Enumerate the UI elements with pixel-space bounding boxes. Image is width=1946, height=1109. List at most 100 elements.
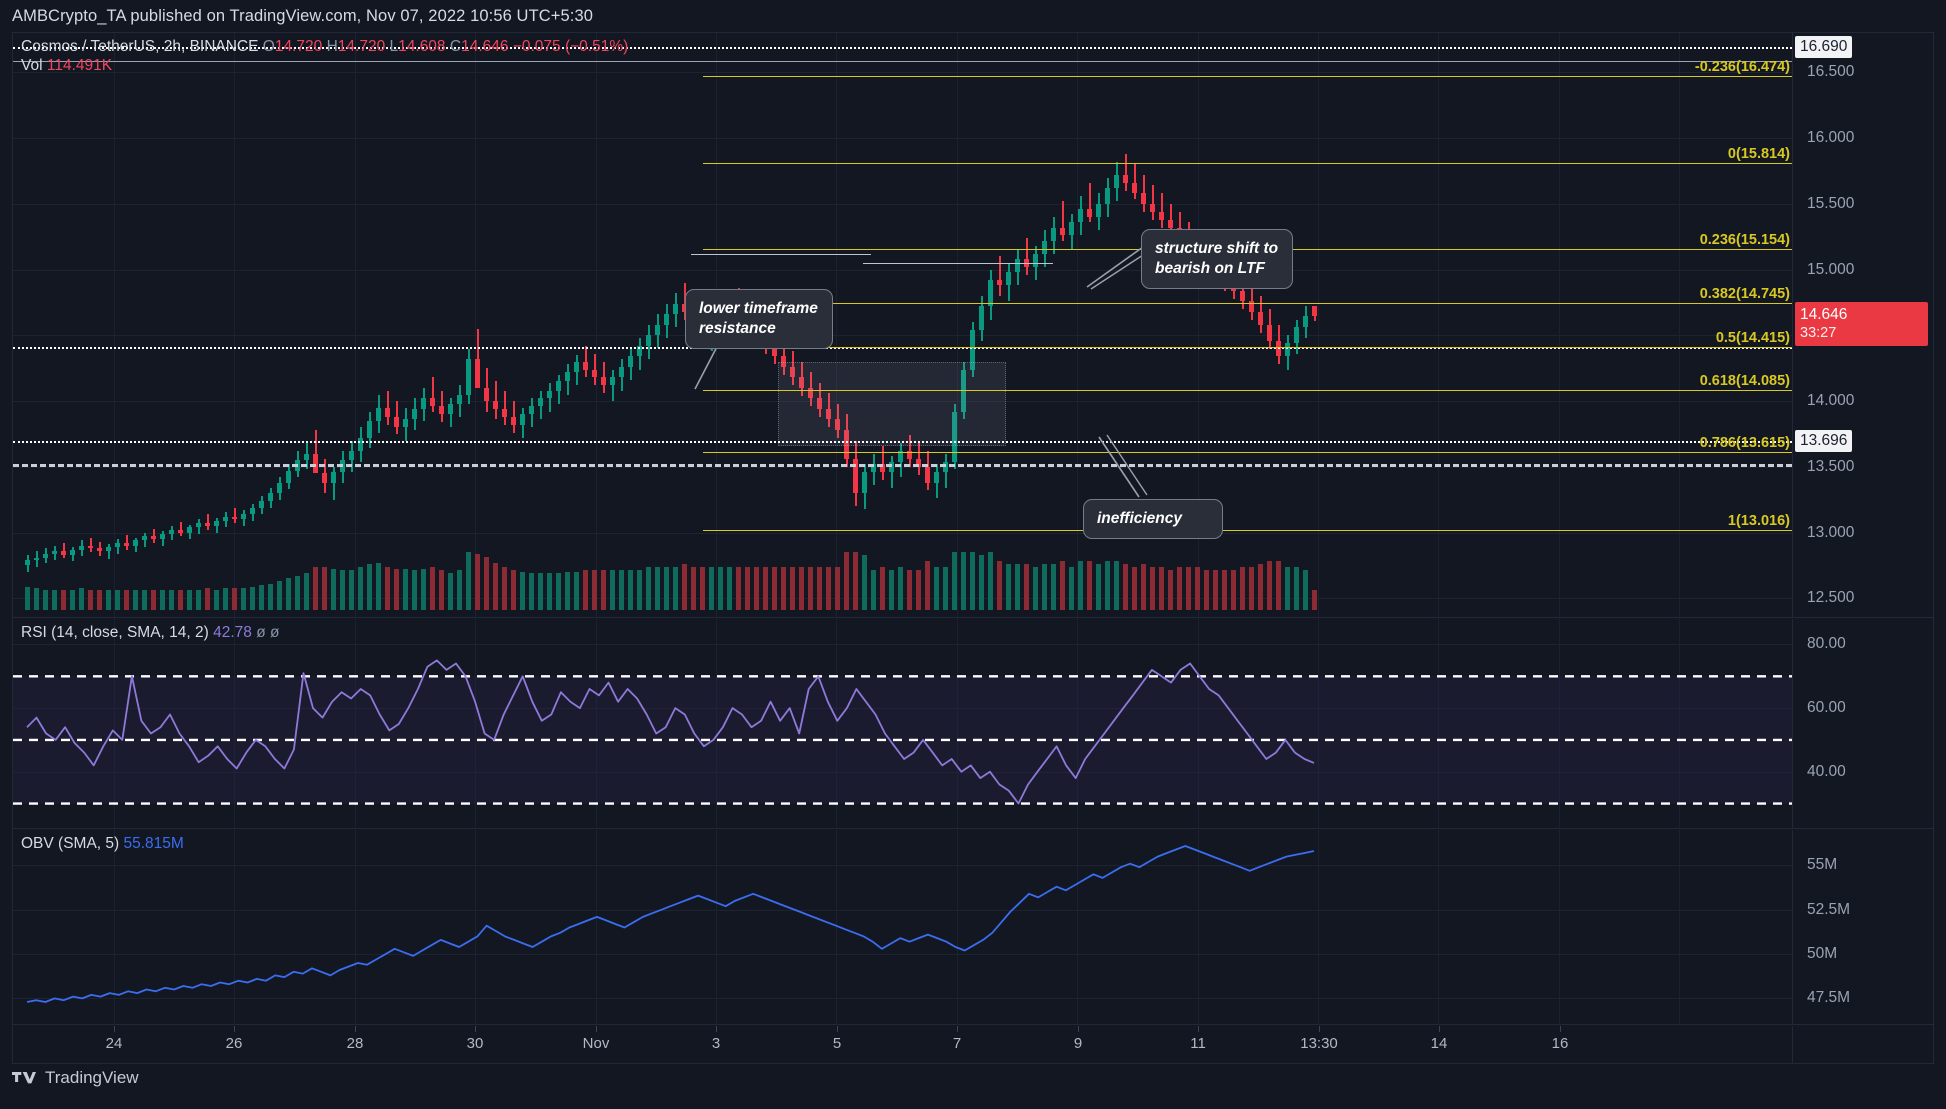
candle-body (448, 403, 454, 415)
volume-bar (286, 577, 292, 610)
candle-body (169, 529, 175, 534)
volume-bar (295, 576, 301, 610)
volume-bar (1024, 564, 1030, 610)
time-axis-labels[interactable]: 24 26 28 30 Nov 3 5 7 9 11 13:30 14 16 (13, 1026, 1792, 1064)
volume-bar (376, 562, 382, 610)
rsi-title[interactable]: RSI (14, close, SMA, 14, 2) (21, 624, 209, 641)
volume-bar (304, 573, 310, 610)
rsi-tick-label: 80.00 (1807, 635, 1846, 652)
time-tick-label: 30 (466, 1035, 484, 1052)
candle-body (1267, 324, 1273, 341)
volume-bar (745, 567, 751, 610)
volume-bar (1303, 570, 1309, 610)
candle-body (1141, 193, 1147, 204)
open-label: O (262, 38, 275, 55)
obv-title[interactable]: OBV (SMA, 5) (21, 835, 119, 852)
volume-bar (826, 567, 832, 610)
volume-bar (502, 567, 508, 610)
fib-level-label: 1(13.016) (1727, 513, 1790, 529)
volume-bar (52, 589, 58, 610)
time-axis[interactable]: 24 26 28 30 Nov 3 5 7 9 11 13:30 14 16 (13, 1026, 1933, 1064)
volume-bar (961, 552, 967, 610)
rsi-scale[interactable]: 80.00 60.00 40.00 (1792, 619, 1933, 828)
candle-body (466, 359, 472, 395)
candle-body (673, 303, 679, 315)
volume-bar (655, 567, 661, 610)
candle-body (1069, 222, 1075, 236)
high-marker-badge: 16.690 (1795, 36, 1853, 58)
volume-bar (385, 567, 391, 610)
candle-body (106, 547, 112, 551)
volume-bar (1204, 570, 1210, 610)
price-scale[interactable]: USDT 16.50016.00015.50015.00014.50014.00… (1792, 33, 1933, 617)
candle-body (133, 540, 139, 546)
price-vgridline (596, 33, 597, 617)
close-value: 14.646 (461, 38, 509, 55)
rsi-extra-1: ø (256, 624, 266, 641)
volume-bar (1267, 561, 1273, 610)
volume-bar (277, 580, 283, 610)
symbol-label[interactable]: Cosmos / TetherUS, 2h, BINANCE (21, 38, 258, 55)
price-pane[interactable]: -0.236(16.474) 0(15.814) 0.236(15.154) 0.38… (13, 33, 1933, 618)
volume-bar (1069, 567, 1075, 610)
candle-body (1042, 240, 1048, 254)
obv-scale[interactable]: 55M 52.5M 50M 47.5M (1792, 830, 1933, 1024)
candle-body (385, 407, 391, 417)
fib-level-label: -0.236(16.474) (1694, 59, 1790, 75)
rsi-pane[interactable]: 80.00 60.00 40.00 RSI (14, close, SMA, 14,… (13, 619, 1933, 829)
volume-bar (880, 567, 886, 610)
volume-bar (817, 567, 823, 610)
time-tick-label: 9 (1073, 1035, 1083, 1052)
volume-bar (340, 570, 346, 610)
candle-wick (503, 390, 506, 425)
time-tick-mark (1319, 1026, 1320, 1032)
candle-body (1033, 253, 1039, 267)
annotation-inefficiency[interactable]: inefficiency (1083, 499, 1223, 539)
volume-bar (34, 588, 40, 610)
candle-body (232, 516, 238, 520)
price-tick-label: 14.000 (1807, 392, 1855, 409)
fib-level-label: 0.786(13.615) (1699, 435, 1790, 451)
price-vgridline (114, 33, 115, 617)
volume-bar (871, 570, 877, 610)
volume-bar (853, 552, 859, 610)
time-tick-label: 11 (1190, 1035, 1206, 1052)
time-tick-mark (1078, 1026, 1079, 1032)
annotation-structure-shift[interactable]: structure shift to bearish on LTF (1141, 229, 1293, 289)
volume-bar (952, 552, 958, 610)
volume-bar (556, 573, 562, 610)
volume-bar (1231, 570, 1237, 610)
annotation-lower-timeframe-resistance[interactable]: lower timeframe resistance (685, 289, 833, 349)
candle-body (97, 548, 103, 551)
price-gridline (13, 335, 1792, 336)
obv-tick-label: 50M (1807, 945, 1838, 962)
obv-pane[interactable]: 55M 52.5M 50M 47.5M OBV (SMA, 5) 55.815M (13, 830, 1933, 1025)
volume-bar (88, 589, 94, 610)
candle-body (376, 407, 382, 421)
time-tick-mark (1560, 1026, 1561, 1032)
candle-body (160, 533, 166, 540)
volume-bar (1132, 567, 1138, 610)
volume-bar (1294, 567, 1300, 610)
candle-body (457, 394, 463, 404)
volume-bar (115, 589, 121, 610)
price-plot-area[interactable]: -0.236(16.474) 0(15.814) 0.236(15.154) 0.38… (13, 33, 1792, 617)
candle-body (1150, 203, 1156, 212)
candle-body (241, 514, 247, 520)
time-tick-mark (234, 1026, 235, 1032)
obv-plot-area[interactable] (13, 830, 1792, 1024)
obv-tick-label: 47.5M (1807, 989, 1851, 1006)
volume-bar (709, 567, 715, 610)
candle-body (655, 324, 661, 336)
candle-body (412, 408, 418, 420)
time-axis-corner (1792, 1026, 1933, 1064)
footer-branding: TradingView (12, 1068, 139, 1088)
obv-tick-label: 52.5M (1807, 901, 1851, 918)
volume-bar (367, 564, 373, 610)
rsi-plot-area[interactable] (13, 619, 1792, 828)
volume-bar (484, 556, 490, 610)
time-tick-label: 13:30 (1300, 1035, 1338, 1052)
candle-wick (1133, 164, 1136, 199)
candle-body (421, 398, 427, 409)
candle-body (61, 550, 67, 555)
